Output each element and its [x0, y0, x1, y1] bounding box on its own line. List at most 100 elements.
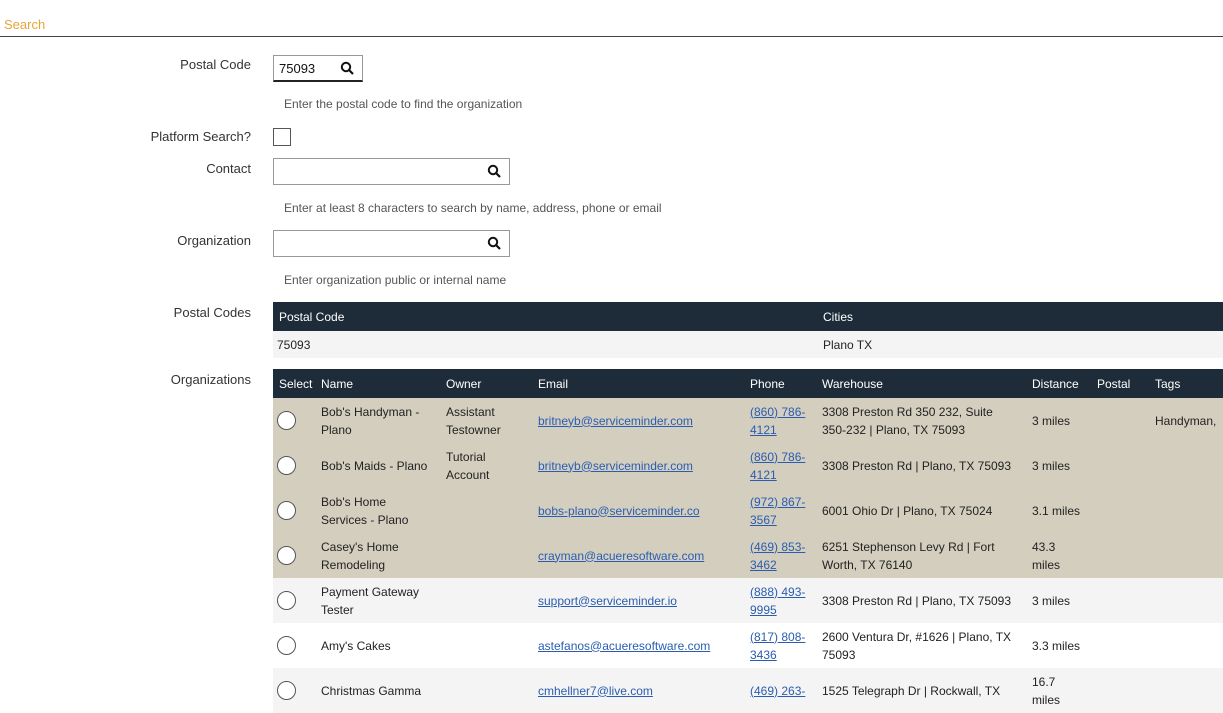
phone-link[interactable]: (817) 808-3436 — [750, 630, 805, 662]
platform-search-label: Platform Search? — [150, 129, 251, 144]
email-link[interactable]: britneyb@serviceminder.com — [538, 459, 693, 473]
column-header-name[interactable]: Name — [315, 369, 440, 398]
postal-codes-label: Postal Codes — [173, 305, 251, 320]
organization-input[interactable] — [274, 231, 479, 256]
distance-cell: 3 miles — [1026, 443, 1091, 488]
phone-link[interactable]: (860) 786-4121 — [750, 450, 805, 482]
email-link[interactable]: britneyb@serviceminder.com — [538, 414, 693, 428]
table-row[interactable]: Casey's Home Remodeling crayman@acueresof… — [273, 533, 1223, 578]
select-radio[interactable] — [277, 636, 296, 656]
contact-input[interactable] — [274, 159, 479, 184]
column-header-warehouse[interactable]: Warehouse — [816, 369, 1026, 398]
tags-cell — [1149, 533, 1223, 578]
distance-cell: 43.3 miles — [1026, 533, 1091, 578]
phone-link[interactable]: (469) 263- — [750, 684, 805, 698]
name-cell: Bob's Home Services - Plano — [315, 488, 440, 533]
distance-cell: 3.3 miles — [1026, 623, 1091, 668]
table-row[interactable]: Bob's Home Services - Plano bobs-plano@se… — [273, 488, 1223, 533]
email-cell: crayman@acueresoftware.com — [532, 533, 744, 578]
section-divider — [0, 36, 1223, 37]
tags-cell — [1149, 578, 1223, 623]
email-link[interactable]: cmhellner7@live.com — [538, 684, 653, 698]
select-radio[interactable] — [277, 681, 296, 701]
select-radio[interactable] — [277, 546, 296, 566]
column-header-postal-code[interactable]: Postal Code — [273, 302, 817, 331]
table-row[interactable]: Christmas Gamma cmhellner7@live.com (469) … — [273, 668, 1223, 713]
search-icon[interactable] — [487, 236, 501, 250]
name-cell: Bob's Handyman - Plano — [315, 398, 440, 443]
table-row[interactable]: 75093 Plano TX — [273, 331, 1223, 358]
platform-search-checkbox[interactable] — [273, 128, 291, 146]
organization-field[interactable] — [273, 230, 510, 257]
postal-code-help: Enter the postal code to find the organi… — [284, 97, 523, 111]
column-header-distance[interactable]: Distance — [1026, 369, 1091, 398]
organization-help: Enter organization public or internal na… — [284, 273, 507, 287]
select-radio[interactable] — [277, 501, 296, 521]
postal-code-input[interactable] — [274, 56, 338, 81]
search-icon[interactable] — [487, 164, 501, 178]
phone-link[interactable]: (860) 786-4121 — [750, 405, 805, 437]
tags-cell — [1149, 623, 1223, 668]
email-link[interactable]: support@serviceminder.io — [538, 594, 677, 608]
postal-cell — [1091, 398, 1149, 443]
column-header-postal[interactable]: Postal — [1091, 369, 1149, 398]
select-radio[interactable] — [277, 456, 296, 476]
table-row[interactable]: Bob's Maids - Plano Tutorial Account britn… — [273, 443, 1223, 488]
column-header-tags[interactable]: Tags — [1149, 369, 1223, 398]
table-row[interactable]: Bob's Handyman - Plano Assistant Testowne… — [273, 398, 1223, 443]
name-cell: Bob's Maids - Plano — [315, 443, 440, 488]
distance-cell: 3 miles — [1026, 578, 1091, 623]
contact-field[interactable] — [273, 158, 510, 185]
owner-cell: Tutorial Account — [440, 443, 532, 488]
email-link[interactable]: bobs-plano@serviceminder.co — [538, 504, 700, 518]
phone-cell: (469) 853-3462 — [744, 533, 816, 578]
postal-codes-table: Postal Code Cities 75093 Plano TX — [273, 302, 1223, 358]
owner-cell — [440, 668, 532, 713]
email-link[interactable]: astefanos@acueresoftware.com — [538, 639, 710, 653]
warehouse-cell: 1525 Telegraph Dr | Rockwall, TX — [816, 668, 1026, 713]
email-cell: britneyb@serviceminder.com — [532, 398, 744, 443]
phone-link[interactable]: (888) 493-9995 — [750, 585, 805, 617]
select-radio[interactable] — [277, 411, 296, 431]
distance-cell: 3 miles — [1026, 398, 1091, 443]
select-cell — [273, 443, 315, 488]
warehouse-cell: 3308 Preston Rd | Plano, TX 75093 — [816, 578, 1026, 623]
column-header-email[interactable]: Email — [532, 369, 744, 398]
owner-cell — [440, 533, 532, 578]
phone-link[interactable]: (469) 853-3462 — [750, 540, 805, 572]
select-cell — [273, 623, 315, 668]
phone-cell: (817) 808-3436 — [744, 623, 816, 668]
organization-label: Organization — [177, 233, 251, 248]
column-header-phone[interactable]: Phone — [744, 369, 816, 398]
name-cell: Casey's Home Remodeling — [315, 533, 440, 578]
phone-link[interactable]: (972) 867-3567 — [750, 495, 805, 527]
column-header-select[interactable]: Select — [273, 369, 315, 398]
column-header-cities[interactable]: Cities — [817, 302, 1223, 331]
select-cell — [273, 398, 315, 443]
column-header-owner[interactable]: Owner — [440, 369, 532, 398]
select-cell — [273, 668, 315, 713]
email-link[interactable]: crayman@acueresoftware.com — [538, 549, 704, 563]
owner-cell — [440, 578, 532, 623]
organizations-table: Select Name Owner Email Phone Warehouse … — [273, 369, 1223, 713]
warehouse-cell: 3308 Preston Rd | Plano, TX 75093 — [816, 443, 1026, 488]
contact-help: Enter at least 8 characters to search by… — [284, 201, 662, 215]
phone-cell: (888) 493-9995 — [744, 578, 816, 623]
table-row[interactable]: Amy's Cakes astefanos@acueresoftware.com (… — [273, 623, 1223, 668]
search-icon[interactable] — [340, 61, 354, 75]
phone-cell: (860) 786-4121 — [744, 443, 816, 488]
contact-label: Contact — [206, 161, 251, 176]
name-cell: Payment Gateway Tester — [315, 578, 440, 623]
postal-code-field[interactable] — [273, 55, 363, 82]
table-row[interactable]: Payment Gateway Tester support@servicemin… — [273, 578, 1223, 623]
phone-cell: (469) 263- — [744, 668, 816, 713]
email-cell: britneyb@serviceminder.com — [532, 443, 744, 488]
warehouse-cell: 6251 Stephenson Levy Rd | Fort Worth, TX… — [816, 533, 1026, 578]
postal-cell — [1091, 533, 1149, 578]
select-radio[interactable] — [277, 591, 296, 611]
distance-cell: 16.7 miles — [1026, 668, 1091, 713]
section-title: Search — [4, 17, 46, 32]
email-cell: support@serviceminder.io — [532, 578, 744, 623]
postal-cell — [1091, 623, 1149, 668]
phone-cell: (860) 786-4121 — [744, 398, 816, 443]
